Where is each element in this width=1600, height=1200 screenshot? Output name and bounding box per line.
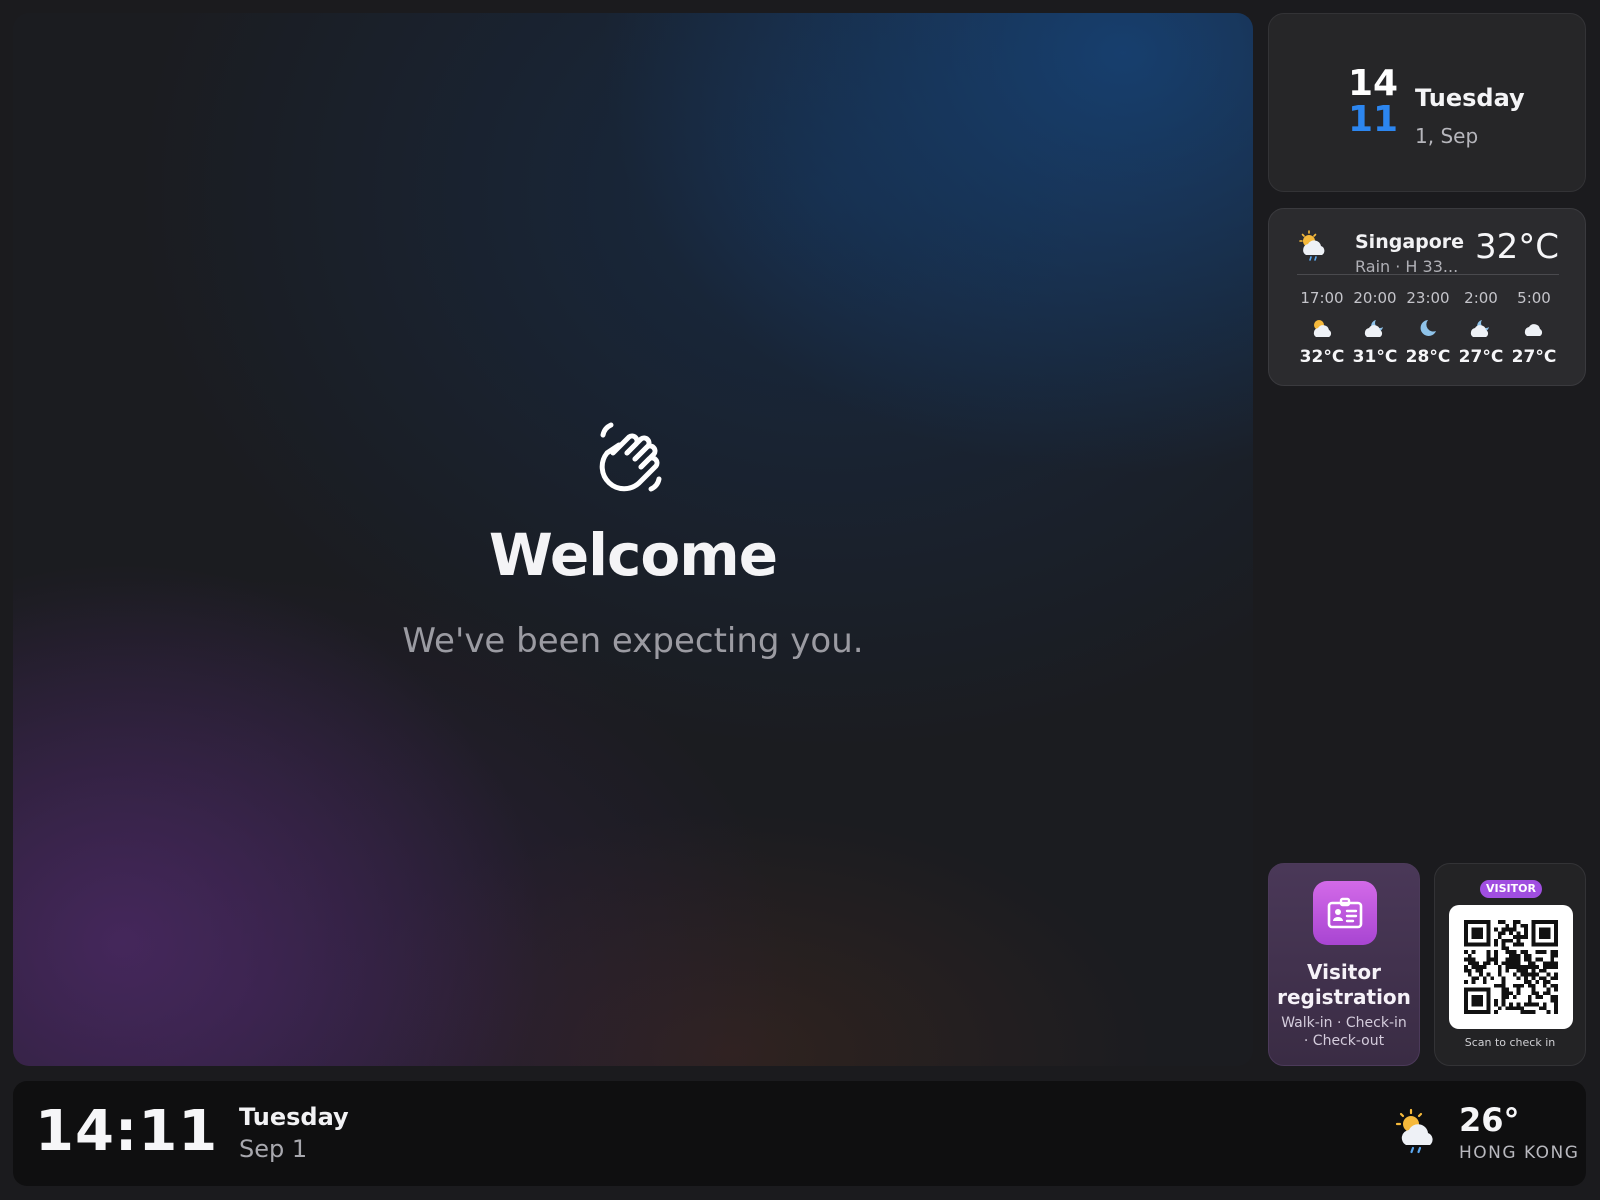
weather-city: Singapore (1355, 231, 1465, 253)
sun-cloud-rain-icon (1299, 230, 1325, 261)
bottom-clock: 14:11 (35, 1099, 219, 1164)
cloud-icon (1524, 324, 1543, 336)
visitor-badge: VISITOR (1480, 880, 1542, 898)
forecast-time: 17:00 (1300, 289, 1344, 307)
forecast-temp: 27°C (1511, 347, 1557, 367)
forecast-time: 2:00 (1464, 289, 1498, 307)
flip-clock: 14 11 (1343, 66, 1403, 138)
forecast-temp: 31°C (1352, 347, 1398, 367)
forecast-time: 5:00 (1517, 289, 1551, 307)
forecast-time: 23:00 (1406, 289, 1450, 307)
clock-hour: 14 (1347, 63, 1399, 104)
moon-cloud-icon (1470, 320, 1489, 337)
weather-card[interactable]: Singapore Rain · H 33... 32°C 17:00 32°C… (1268, 208, 1586, 386)
visitor-registration-button[interactable]: Visitor registration Walk-in · Check-in … (1268, 863, 1420, 1066)
forecast-temp: 27°C (1458, 347, 1504, 367)
welcome-panel: Welcome We've been expecting you. (13, 13, 1253, 1066)
sun-cloud-rain-icon (1395, 1108, 1433, 1154)
bottom-date: Sep 1 (239, 1135, 308, 1163)
qr-caption: Scan to check in (1464, 1036, 1556, 1049)
date-label: 1, Sep (1415, 124, 1479, 148)
waving-hand-icon (599, 422, 662, 492)
moon-icon (1420, 320, 1436, 336)
weather-temperature: 32°C (1474, 227, 1559, 267)
weekday-label: Tuesday (1415, 84, 1525, 112)
hourly-forecast: 17:00 32°C 20:00 31°C 23:00 28°C 2:00 27… (1297, 289, 1559, 367)
weather-current: Singapore Rain · H 33... 32°C (1297, 225, 1559, 276)
qr-code-icon (1464, 920, 1558, 1014)
forecast-item: 5:00 27°C (1509, 289, 1559, 367)
forecast-item: 2:00 27°C (1456, 289, 1506, 367)
status-bar: 14:11 Tuesday Sep 1 26° HONG KONG (13, 1081, 1586, 1186)
id-card-icon (1327, 897, 1363, 929)
sun-cloud-icon (1313, 320, 1332, 337)
weather-condition: Rain · H 33... (1355, 257, 1459, 276)
qr-code-frame[interactable] (1449, 905, 1573, 1029)
forecast-temp: 28°C (1405, 347, 1451, 367)
forecast-temp: 32°C (1299, 347, 1345, 367)
registration-title: Visitor registration (1277, 960, 1411, 1009)
welcome-title: Welcome (488, 521, 778, 589)
qr-check-in-card[interactable]: VISITOR Scan to check in (1434, 863, 1586, 1066)
forecast-item: 20:00 31°C (1350, 289, 1400, 367)
date-card: 14 11 Tuesday 1, Sep (1268, 13, 1586, 192)
forecast-time: 20:00 (1353, 289, 1397, 307)
forecast-item: 23:00 28°C (1403, 289, 1453, 367)
bottom-temperature: 26° (1459, 1101, 1520, 1139)
bottom-weekday: Tuesday (239, 1103, 349, 1131)
registration-subtitle: Walk-in · Check-in · Check-out (1281, 1015, 1407, 1049)
bottom-city: HONG KONG (1459, 1143, 1580, 1163)
forecast-item: 17:00 32°C (1297, 289, 1347, 367)
welcome-content: Welcome We've been expecting you. (13, 413, 1253, 661)
welcome-subtitle: We've been expecting you. (402, 621, 864, 661)
date-text: Tuesday 1, Sep (1415, 84, 1525, 148)
clock-minute: 11 (1347, 99, 1399, 140)
registration-icon-tile (1313, 881, 1377, 945)
moon-cloud-icon (1364, 320, 1383, 337)
